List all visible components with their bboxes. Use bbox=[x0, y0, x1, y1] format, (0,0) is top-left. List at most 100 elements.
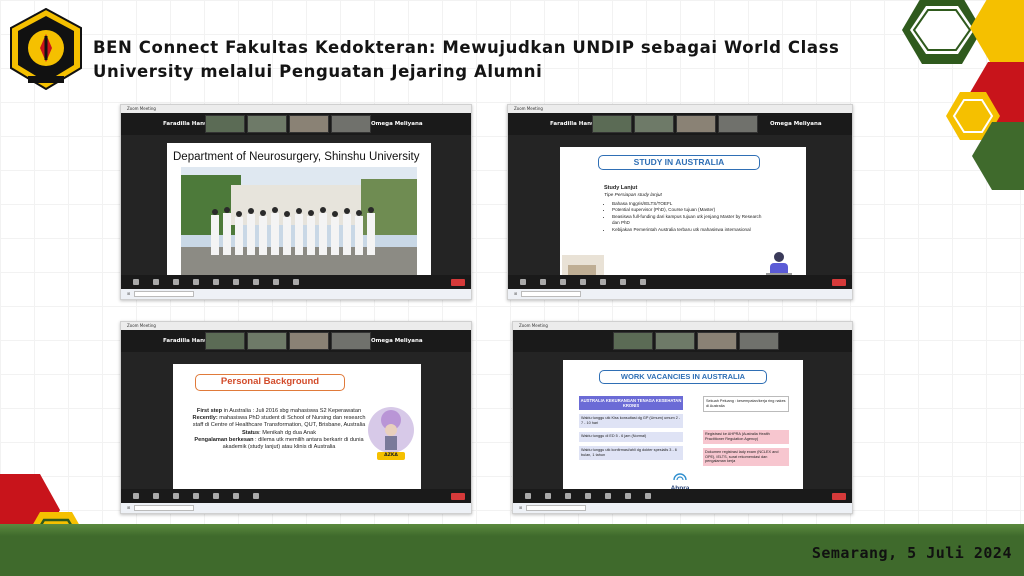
zoom-screenshot-2: Zoom Meeting Faradilla Hanun... Omega Me… bbox=[507, 104, 853, 300]
window-title-bar: Zoom Meeting bbox=[121, 322, 471, 330]
zoom-controls bbox=[121, 275, 471, 289]
video-icon[interactable] bbox=[540, 279, 546, 285]
zoom-controls bbox=[121, 489, 471, 503]
zoom-controls bbox=[513, 489, 852, 503]
participants-icon[interactable] bbox=[560, 279, 566, 285]
zoom-controls bbox=[508, 275, 852, 289]
windows-icon[interactable]: ⊞ bbox=[514, 291, 517, 296]
participants-icon[interactable] bbox=[173, 279, 179, 285]
undip-logo bbox=[10, 8, 82, 90]
zoom-meeting-area: WORK VACANCIES IN AUSTRALIA AUSTRALIA KE… bbox=[513, 330, 852, 503]
mic-icon[interactable] bbox=[133, 493, 139, 499]
windows-icon[interactable]: ⊞ bbox=[127, 291, 130, 296]
taskbar: ⊞ bbox=[121, 289, 471, 299]
chat-icon[interactable] bbox=[585, 493, 591, 499]
decorative-hexagons-top-right bbox=[902, 0, 1024, 190]
share-icon[interactable] bbox=[605, 493, 611, 499]
shared-slide: STUDY IN AUSTRALIA Study Lanjut Tipe Per… bbox=[560, 147, 806, 287]
right-item-3: Dokumen registrasi lady exam (NCLEX and … bbox=[703, 448, 789, 466]
window-title-bar: Zoom Meeting bbox=[513, 322, 852, 330]
footer-date: Semarang, 5 Juli 2024 bbox=[811, 544, 1012, 562]
slide-title: Department of Neurosurgery, Shinshu Univ… bbox=[173, 151, 420, 163]
right-item-2: Registrasi ke AHPRA (Australia Health Pr… bbox=[703, 430, 789, 444]
left-item-3: Waktu tunggu utk konfirmasi/ahli dg dokt… bbox=[579, 446, 683, 460]
end-button[interactable] bbox=[832, 493, 846, 500]
more-icon[interactable] bbox=[640, 279, 646, 285]
end-button[interactable] bbox=[832, 279, 846, 286]
video-icon[interactable] bbox=[153, 279, 159, 285]
slide-title: WORK VACANCIES IN AUSTRALIA bbox=[599, 370, 767, 384]
body-line-4: Pengalaman berkesan : dilema utk memilih… bbox=[194, 436, 364, 451]
participant-strip: Faradilla Hanun... Omega Meliyana bbox=[121, 330, 471, 352]
slide-heading: Study Lanjut bbox=[604, 185, 638, 191]
taskbar: ⊞ bbox=[508, 289, 852, 299]
zoom-meeting-area: Faradilla Hanun... Omega Meliyana Depart… bbox=[121, 113, 471, 289]
taskbar-search[interactable] bbox=[521, 291, 582, 297]
right-item-1: Sekuah Peluang : kesempatan/kerja ring n… bbox=[703, 396, 789, 412]
window-title-bar: Zoom Meeting bbox=[121, 105, 471, 113]
record-icon[interactable] bbox=[233, 493, 239, 499]
taskbar-search[interactable] bbox=[134, 505, 195, 511]
apps-icon[interactable] bbox=[273, 279, 279, 285]
record-icon[interactable] bbox=[625, 493, 631, 499]
title-line-1: BEN Connect Fakultas Kedokteran: Mewujud… bbox=[93, 38, 840, 57]
participant-strip: Faradilla Hanun... Omega Meliyana bbox=[121, 113, 471, 135]
bullet-4: Kebijakan Pemerintah Australia terbaru u… bbox=[612, 227, 762, 233]
share-icon[interactable] bbox=[600, 279, 606, 285]
left-item-2: Waktu tunggu di ED 5 - 6 jam (Normal) bbox=[579, 432, 683, 442]
chat-icon[interactable] bbox=[193, 493, 199, 499]
shared-slide: Personal Background First step in Austra… bbox=[173, 364, 421, 502]
windows-icon[interactable]: ⊞ bbox=[519, 505, 522, 510]
slide-bullets: Bahasa Inggris/IELTS/TOEFL Potential sup… bbox=[612, 201, 762, 233]
participant-strip bbox=[513, 330, 852, 352]
profile-photo bbox=[368, 407, 414, 453]
body-line-1: First step in Australia : Juli 2016 sbg … bbox=[196, 408, 362, 414]
taskbar-search[interactable] bbox=[134, 291, 195, 297]
taskbar-search[interactable] bbox=[526, 505, 587, 511]
mic-icon[interactable] bbox=[520, 279, 526, 285]
body-line-2: Recently: mahasiswa PhD student di Schoo… bbox=[192, 415, 366, 429]
zoom-meeting-area: Faradilla Hanun... Omega Meliyana Person… bbox=[121, 330, 471, 503]
video-icon[interactable] bbox=[545, 493, 551, 499]
participant-name-right: Omega Meliyana bbox=[770, 121, 822, 127]
window-title-bar: Zoom Meeting bbox=[508, 105, 852, 113]
chat-icon[interactable] bbox=[580, 279, 586, 285]
mic-icon[interactable] bbox=[133, 279, 139, 285]
title-line-2: University melalui Penguatan Jejaring Al… bbox=[93, 62, 543, 81]
end-button[interactable] bbox=[451, 493, 465, 500]
page-title: BEN Connect Fakultas Kedokteran: Mewujud… bbox=[93, 36, 893, 84]
more-icon[interactable] bbox=[645, 493, 651, 499]
left-item-1: Waktu tunggu utk Kiss konsultasi dg GP (… bbox=[579, 414, 683, 428]
slide-title: Personal Background bbox=[195, 374, 345, 391]
body-line-3: Status: Menikah dg dua Anak bbox=[241, 429, 317, 436]
record-icon[interactable] bbox=[620, 279, 626, 285]
chat-icon[interactable] bbox=[193, 279, 199, 285]
profile-badge: AZKA bbox=[377, 452, 405, 460]
participant-name-right: Omega Meliyana bbox=[371, 121, 423, 127]
windows-icon[interactable]: ⊞ bbox=[127, 505, 130, 510]
group-photo bbox=[181, 167, 417, 279]
video-icon[interactable] bbox=[153, 493, 159, 499]
end-button[interactable] bbox=[451, 279, 465, 286]
taskbar: ⊞ bbox=[513, 503, 852, 513]
share-icon[interactable] bbox=[213, 493, 219, 499]
share-icon[interactable] bbox=[213, 279, 219, 285]
more-icon[interactable] bbox=[293, 279, 299, 285]
shared-slide: Department of Neurosurgery, Shinshu Univ… bbox=[167, 143, 431, 281]
slide-body: First step in Australia : Juli 2016 sbg … bbox=[191, 408, 367, 451]
box-header: AUSTRALIA KEKURANGAN TENAGA KESEHATAN KR… bbox=[579, 396, 683, 410]
taskbar: ⊞ bbox=[121, 503, 471, 513]
zoom-meeting-area: Faradilla Hanun... Omega Meliyana STUDY … bbox=[508, 113, 852, 289]
slide-title: STUDY IN AUSTRALIA bbox=[598, 155, 760, 170]
more-icon[interactable] bbox=[253, 493, 259, 499]
zoom-screenshot-4: Zoom Meeting WORK VACANCIES IN AUSTRALIA… bbox=[512, 321, 853, 514]
mic-icon[interactable] bbox=[525, 493, 531, 499]
ahpra-globe-icon bbox=[673, 473, 687, 481]
shared-slide: WORK VACANCIES IN AUSTRALIA AUSTRALIA KE… bbox=[563, 360, 803, 496]
participants-icon[interactable] bbox=[173, 493, 179, 499]
slide-subheading: Tipe Persiapan study lanjut bbox=[604, 193, 662, 198]
record-icon[interactable] bbox=[233, 279, 239, 285]
participants-icon[interactable] bbox=[565, 493, 571, 499]
zoom-screenshot-1: Zoom Meeting Faradilla Hanun... Omega Me… bbox=[120, 104, 472, 300]
reactions-icon[interactable] bbox=[253, 279, 259, 285]
